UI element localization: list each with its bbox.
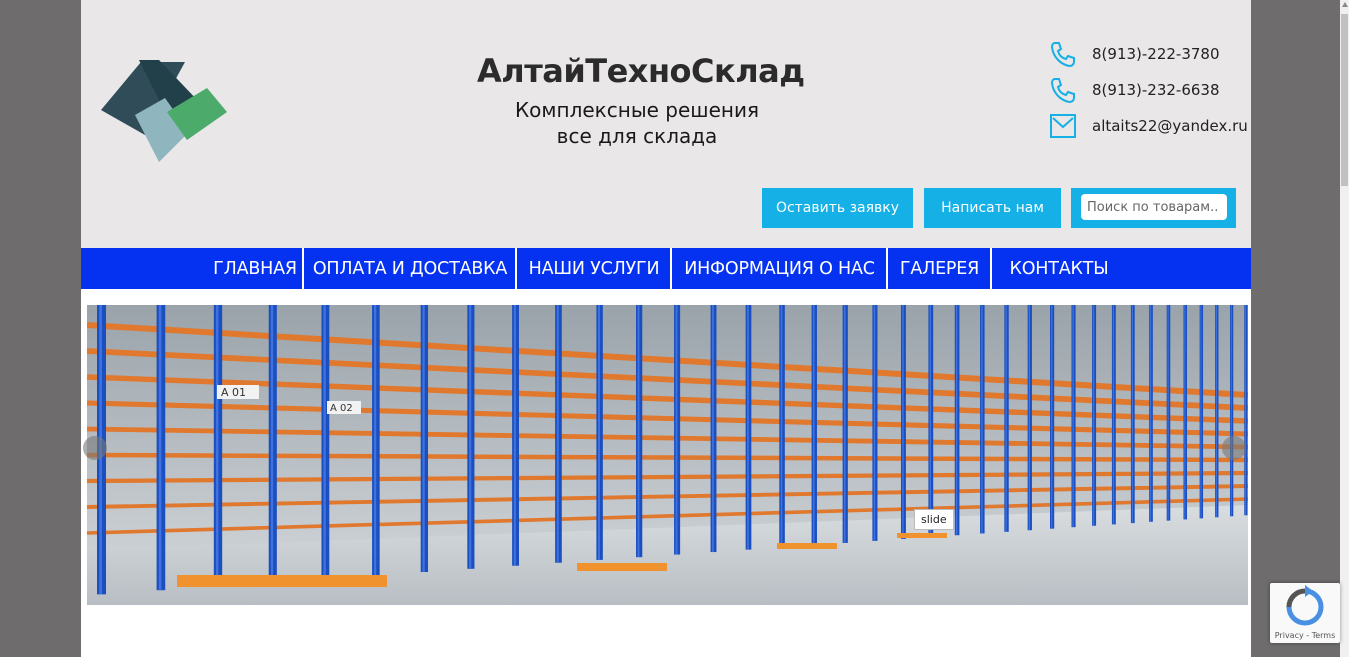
recaptcha-links[interactable]: Privacy - Terms (1270, 631, 1340, 640)
search-box (1071, 188, 1236, 228)
contact-email[interactable]: altaits22@yandex.ru (1049, 111, 1248, 141)
contact-phone-1-text: 8(913)-222-3780 (1092, 45, 1220, 63)
slider-next-arrow[interactable] (1222, 436, 1246, 460)
warehouse-slide-image: A 01 A 02 (87, 305, 1248, 605)
tagline-line-1: Комплексные решения (514, 98, 759, 122)
header: АлтайТехноСклад Комплексные решения все … (81, 0, 1251, 248)
recaptcha-badge[interactable]: Privacy - Terms (1270, 583, 1340, 643)
nav-item-contacts[interactable]: КОНТАКТЫ (993, 248, 1125, 289)
scrollbar-thumb[interactable] (1341, 14, 1348, 186)
logo[interactable] (101, 60, 227, 162)
contact-phone-1[interactable]: 8(913)-222-3780 (1049, 39, 1220, 69)
nav-item-about[interactable]: ИНФОРМАЦИЯ О НАС (673, 248, 886, 289)
shelf-label: A 02 (330, 403, 353, 414)
page: АлтайТехноСклад Комплексные решения все … (81, 0, 1251, 657)
contact-phone-2-text: 8(913)-232-6638 (1092, 81, 1220, 99)
nav-item-payment-delivery[interactable]: ОПЛАТА И ДОСТАВКА (305, 248, 515, 289)
tagline-line-2: все для склада (556, 124, 718, 148)
contact-email-text: altaits22@yandex.ru (1092, 117, 1248, 135)
nav-item-home[interactable]: ГЛАВНАЯ (209, 248, 301, 289)
nav-divider (670, 248, 672, 289)
contact-phone-2[interactable]: 8(913)-232-6638 (1049, 75, 1220, 105)
nav-item-services[interactable]: НАШИ УСЛУГИ (518, 248, 670, 289)
phone-icon (1050, 42, 1075, 68)
nav-divider (990, 248, 992, 289)
site-title: АлтайТехноСклад (477, 52, 805, 90)
scroll-up-arrow-icon[interactable] (1342, 2, 1348, 7)
slider-prev-arrow[interactable] (83, 436, 107, 460)
phone-icon (1050, 78, 1075, 104)
scrollbar[interactable] (1340, 0, 1349, 657)
site-tagline: Комплексные решения все для склада (487, 97, 787, 149)
image-slider[interactable]: A 01 A 02 (87, 305, 1248, 605)
main-nav: ГЛАВНАЯ ОПЛАТА И ДОСТАВКА НАШИ УСЛУГИ ИН… (81, 248, 1251, 289)
recaptcha-icon (1286, 585, 1324, 626)
nav-item-gallery[interactable]: ГАЛЕРЕЯ (889, 248, 990, 289)
slide-tooltip: slide (914, 509, 954, 530)
nav-divider (302, 248, 304, 289)
shelf-label: A 01 (221, 386, 246, 399)
request-button[interactable]: Оставить заявку (762, 188, 913, 228)
search-input[interactable] (1081, 194, 1227, 220)
nav-divider (886, 248, 888, 289)
write-us-button[interactable]: Написать нам (924, 188, 1061, 228)
nav-divider (515, 248, 517, 289)
mail-icon (1050, 114, 1076, 138)
